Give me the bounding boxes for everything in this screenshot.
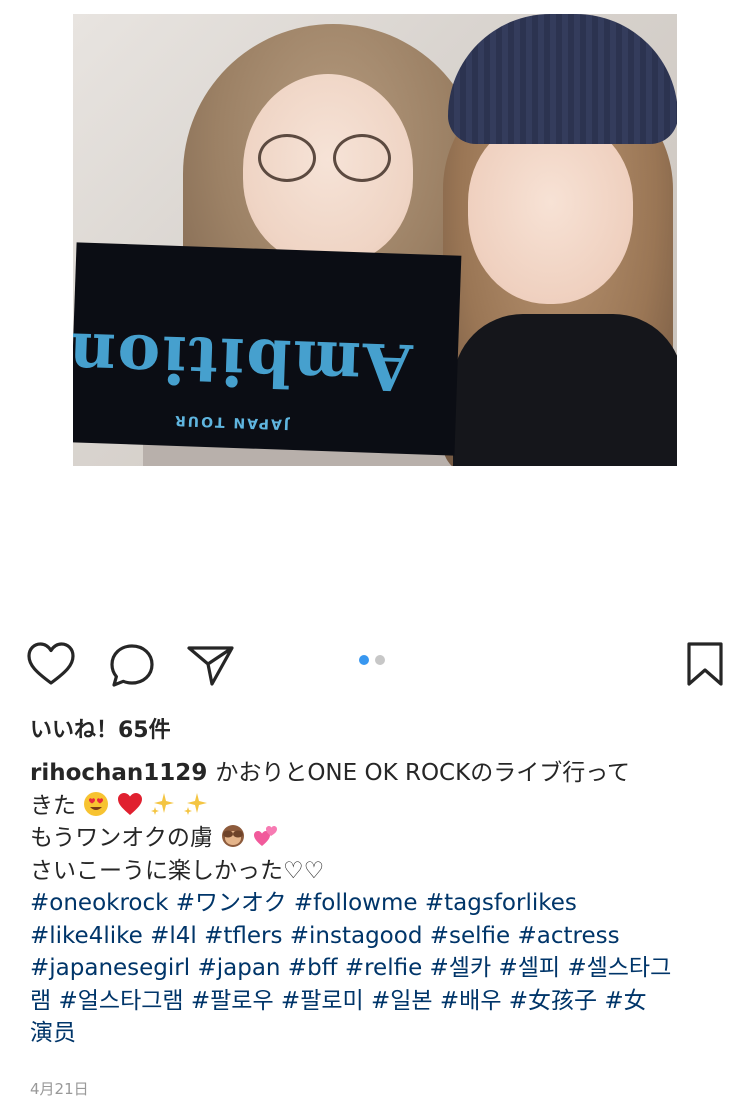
hashtag-line-2[interactable]: #like4like #l4l #tflers #instagood #self…: [30, 920, 720, 953]
two-hearts-icon: [254, 826, 278, 846]
photo-person-right-body: [453, 314, 677, 466]
towel-logo-text: Ambitions: [73, 315, 414, 405]
photo-person-right-face: [468, 119, 633, 304]
carousel-dot-active: [359, 655, 369, 665]
caption-line-4: さいこーうに楽しかった♡♡: [30, 857, 325, 884]
caption-text: かおりとONE OK ROCKのライブ行って: [215, 760, 631, 786]
sparkles-icon: [150, 792, 174, 815]
hashtag-line-4[interactable]: 램 #얼스타그램 #팔로우 #팔로미 #일본 #배우 #女孩子 #女: [30, 985, 720, 1018]
bookmark-icon[interactable]: [685, 641, 725, 687]
glasses-left-lens: [258, 134, 316, 182]
smiling-face-heart-eyes-icon: [84, 791, 109, 816]
red-heart-icon: [117, 792, 142, 815]
caption-line-1: rihochan1129 かおりとONE OK ROCKのライブ行って: [30, 757, 720, 790]
caption-line-3: もうワンオクの虜: [30, 822, 720, 855]
hashtag-line-5[interactable]: 演员: [30, 1017, 720, 1050]
caption-text: もうワンオクの虜: [30, 825, 213, 851]
sparkles-icon: [184, 792, 208, 815]
see-no-evil-monkey-icon: [222, 825, 245, 847]
hashtag-line-3[interactable]: #japanesegirl #japan #bff #relfie #셀카 #셀…: [30, 952, 720, 985]
carousel-dot: [375, 655, 385, 665]
glasses-right-lens: [333, 134, 391, 182]
post-date: 4月21日: [30, 1080, 89, 1098]
post-caption: rihochan1129 かおりとONE OK ROCKのライブ行って きた もう…: [30, 757, 720, 1050]
post-photo[interactable]: Ambitions JAPAN TOUR: [73, 14, 677, 466]
comment-icon[interactable]: [107, 642, 157, 688]
hashtag-line-1[interactable]: #oneokrock #ワンオク #followme #tagsforlikes: [30, 887, 720, 920]
username-link[interactable]: rihochan1129: [30, 760, 207, 786]
share-icon[interactable]: [186, 643, 236, 687]
likes-count[interactable]: いいね！65件: [30, 712, 171, 744]
carousel-indicator: [359, 655, 385, 665]
heart-icon[interactable]: [26, 641, 76, 687]
caption-text: きた: [30, 792, 76, 819]
caption-line-2: きた: [30, 790, 720, 823]
